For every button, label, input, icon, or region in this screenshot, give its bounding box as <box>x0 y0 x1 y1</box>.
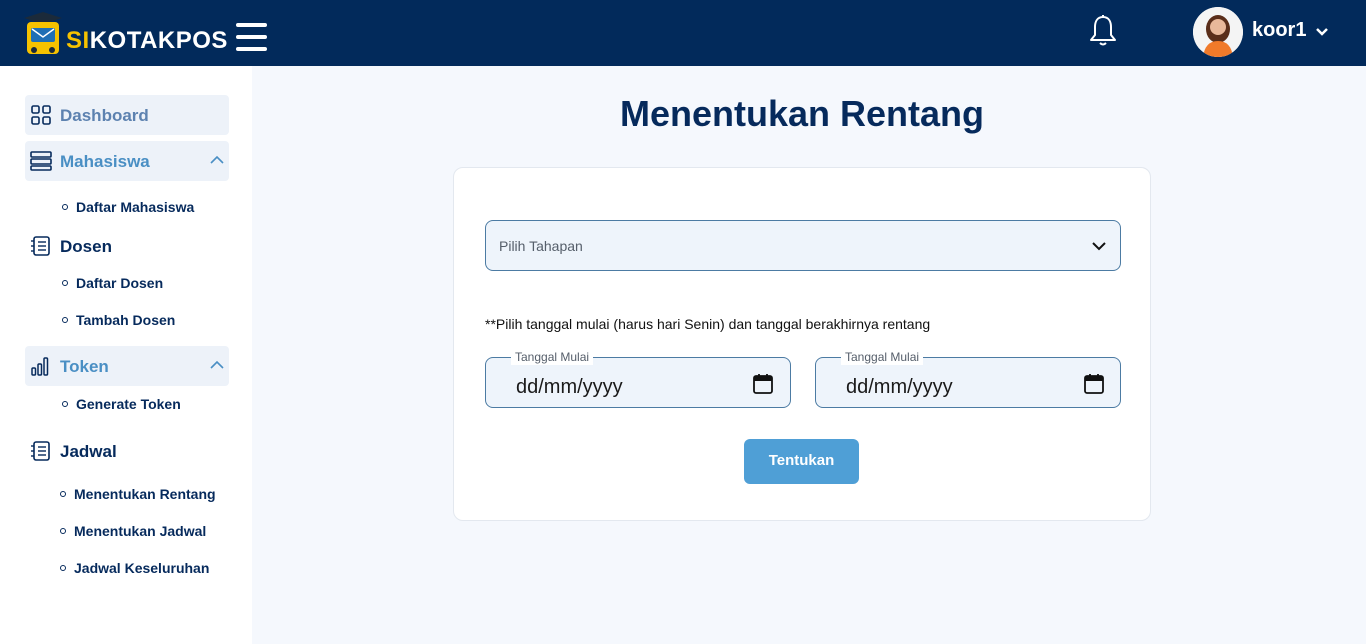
start-date-label: Tanggal Mulai <box>511 349 594 365</box>
sidebar-subitem-generate-token[interactable]: Generate Token <box>62 396 181 412</box>
calendar-icon[interactable] <box>1083 373 1105 395</box>
select-placeholder: Pilih Tahapan <box>499 238 583 254</box>
bullet-icon <box>62 280 68 287</box>
avatar[interactable] <box>1193 7 1243 57</box>
sidebar-item-dosen[interactable]: Dosen <box>25 226 229 266</box>
hamburger-menu-icon[interactable] <box>236 23 267 53</box>
hint-text: **Pilih tanggal mulai (harus hari Senin)… <box>485 316 931 332</box>
sidebar-subitem-label: Daftar Dosen <box>76 275 164 291</box>
sidebar-subitem-label: Menentukan Rentang <box>74 486 216 502</box>
sidebar-subitem-jadwal-keseluruhan[interactable]: Jadwal Keseluruhan <box>60 560 209 576</box>
server-icon <box>30 151 52 171</box>
sidebar-subitem-label: Generate Token <box>76 396 181 412</box>
end-date-label: Tanggal Mulai <box>841 349 924 365</box>
sidebar-item-mahasiswa[interactable]: Mahasiswa <box>25 141 229 181</box>
brand-prefix: SI <box>66 27 90 54</box>
start-date-value: dd/mm/yyyy <box>516 376 623 398</box>
end-date-value: dd/mm/yyyy <box>846 376 953 398</box>
bell-icon[interactable] <box>1088 14 1118 48</box>
sidebar-item-token[interactable]: Token <box>25 346 229 386</box>
sidebar-item-label: Jadwal <box>60 442 117 461</box>
end-date-field[interactable]: Tanggal Mulai dd/mm/yyyy <box>815 349 1121 408</box>
sidebar-subitem-menentukan-rentang[interactable]: Menentukan Rentang <box>60 486 216 502</box>
sidebar-subitem-label: Tambah Dosen <box>76 312 176 328</box>
sidebar-subitem-label: Menentukan Jadwal <box>74 523 207 539</box>
calendar-icon[interactable] <box>752 373 774 395</box>
bullet-icon <box>62 401 68 408</box>
tentukan-button[interactable]: Tentukan <box>744 439 859 484</box>
logo-icon[interactable] <box>20 10 66 58</box>
sidebar-item-dashboard[interactable]: Dashboard <box>25 95 229 135</box>
grid-icon <box>31 105 51 125</box>
bullet-icon <box>60 528 66 535</box>
bullet-icon <box>62 204 68 211</box>
sidebar-item-label: Token <box>60 357 109 376</box>
sidebar-subitem-daftar-mahasiswa[interactable]: Daftar Mahasiswa <box>62 199 194 215</box>
start-date-field[interactable]: Tanggal Mulai dd/mm/yyyy <box>485 349 791 408</box>
bar-chart-icon <box>31 357 49 376</box>
chevron-up-icon[interactable] <box>209 358 225 372</box>
sidebar-item-label: Dashboard <box>60 106 149 125</box>
sidebar-subitem-daftar-dosen[interactable]: Daftar Dosen <box>62 275 163 291</box>
notebook-icon <box>31 441 50 461</box>
username[interactable]: koor1 <box>1252 19 1306 42</box>
chevron-down-icon <box>1092 242 1106 251</box>
sidebar-subitem-label: Jadwal Keseluruhan <box>74 560 210 576</box>
sidebar-subitem-tambah-dosen[interactable]: Tambah Dosen <box>62 312 175 328</box>
sidebar-item-jadwal[interactable]: Jadwal <box>25 431 229 471</box>
bullet-icon <box>60 491 66 498</box>
tahapan-select[interactable]: Pilih Tahapan <box>485 220 1121 271</box>
chevron-down-icon[interactable] <box>1314 25 1330 39</box>
brand-suffix: KOTAKPOS <box>89 27 228 54</box>
page-title: Menentukan Rentang <box>619 93 985 134</box>
sidebar-item-label: Mahasiswa <box>60 152 150 171</box>
chevron-up-icon[interactable] <box>209 153 225 167</box>
brand-name[interactable]: SIKOTAKPOS <box>66 27 228 55</box>
bullet-icon <box>62 317 68 324</box>
sidebar-subitem-menentukan-jadwal[interactable]: Menentukan Jadwal <box>60 523 206 539</box>
top-bar: SIKOTAKPOS koor1 <box>0 0 1366 66</box>
bullet-icon <box>60 565 66 572</box>
sidebar-item-label: Dosen <box>60 237 112 256</box>
notebook-icon <box>31 236 50 256</box>
sidebar-subitem-label: Daftar Mahasiswa <box>76 199 195 215</box>
